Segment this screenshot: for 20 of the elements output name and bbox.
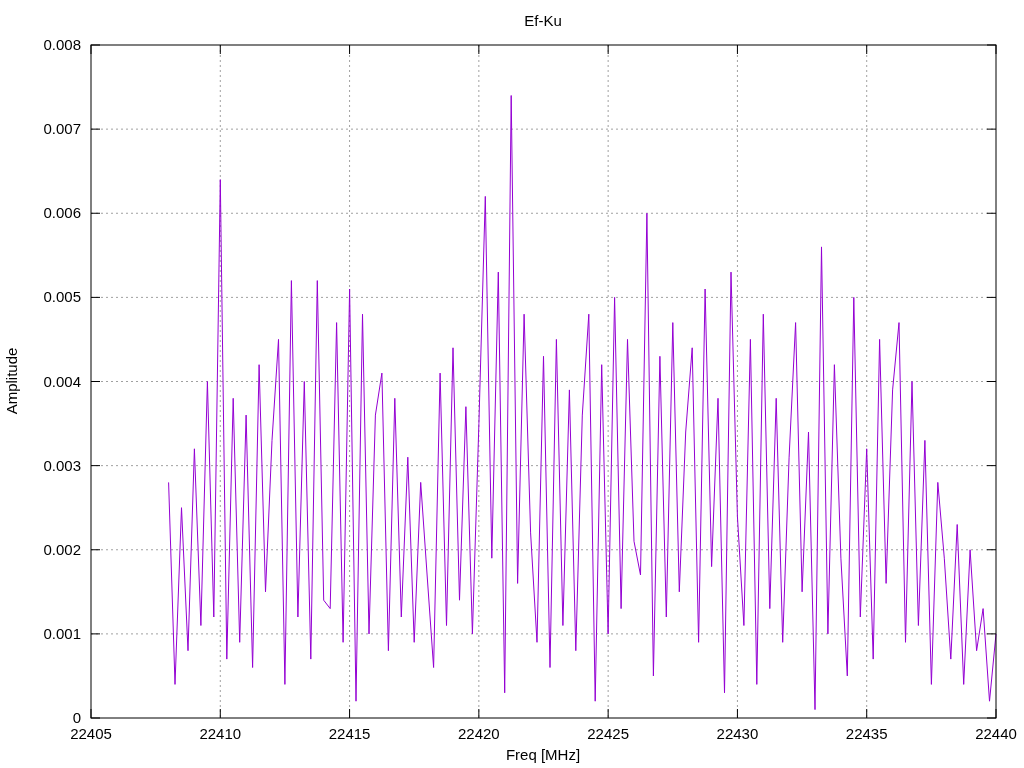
y-tick-label: 0.007 [43, 120, 81, 138]
x-tick-label: 22415 [328, 725, 371, 742]
x-tick-label: 22440 [975, 725, 1017, 742]
x-tick-label: 22430 [716, 725, 759, 742]
y-tick-label: 0.003 [43, 456, 81, 474]
y-tick-label: 0.002 [43, 540, 81, 558]
y-tick-label: 0.006 [43, 204, 81, 222]
y-tick-label: 0.008 [43, 36, 81, 53]
chart-title: Ef-Ku [524, 12, 562, 29]
x-tick-label: 22405 [70, 725, 112, 742]
x-tick-label: 22410 [199, 725, 242, 742]
y-tick-label: 0.001 [43, 624, 81, 642]
y-tick-label: 0.004 [43, 372, 81, 390]
x-tick-label: 22425 [587, 725, 629, 742]
y-tick-label: 0 [72, 709, 81, 726]
x-axis-label: Freq [MHz] [505, 746, 581, 763]
x-tick-label: 22435 [845, 725, 888, 742]
y-tick-label: 0.005 [43, 288, 81, 306]
y-axis-label: Amplitude [3, 347, 20, 415]
x-tick-label: 22420 [458, 725, 500, 742]
